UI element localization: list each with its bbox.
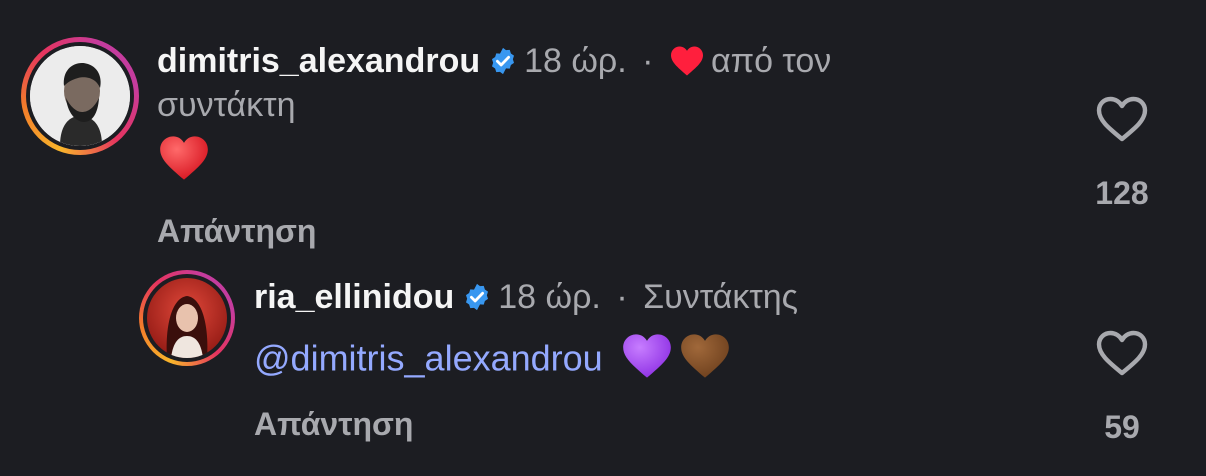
comment-body: ❤️ <box>158 134 210 192</box>
timestamp: 18 ώρ. <box>498 278 601 316</box>
timestamp: 18 ώρ. <box>524 42 627 80</box>
username[interactable]: ria_ellinidou <box>254 278 454 316</box>
comment-header: ria_ellinidou 18 ώρ. · Συντάκτης <box>254 276 798 322</box>
liked-by-author-text-cont: συντάκτη <box>157 86 296 124</box>
heart-outline-icon[interactable] <box>1096 96 1148 147</box>
verified-badge-icon <box>462 280 492 322</box>
separator-dot: · <box>642 42 654 80</box>
avatar[interactable] <box>21 37 139 155</box>
purple-heart-emoji <box>621 332 673 390</box>
reply-button[interactable]: Απάντηση <box>157 211 316 251</box>
verified-badge-icon <box>488 44 518 86</box>
like-count: 128 <box>1095 175 1149 211</box>
mention-link[interactable]: @dimitris_alexandrou <box>254 338 603 379</box>
heart-emoji <box>158 134 210 192</box>
comment-header: dimitris_alexandrou 18 ώρ. · από τον <box>157 40 831 87</box>
author-role-label: Συντάκτης <box>643 278 799 316</box>
separator-dot: · <box>616 278 628 316</box>
brown-heart-emoji <box>679 332 731 390</box>
avatar[interactable] <box>139 270 235 366</box>
reply-button[interactable]: Απάντηση <box>254 404 413 444</box>
comment-body: @dimitris_alexandrou 💜🤎 <box>254 332 731 390</box>
author-heart-icon <box>669 45 705 87</box>
heart-outline-icon[interactable] <box>1096 330 1148 381</box>
liked-by-author-text: από τον <box>710 42 832 80</box>
username[interactable]: dimitris_alexandrou <box>157 42 480 80</box>
like-count: 59 <box>1104 409 1140 445</box>
